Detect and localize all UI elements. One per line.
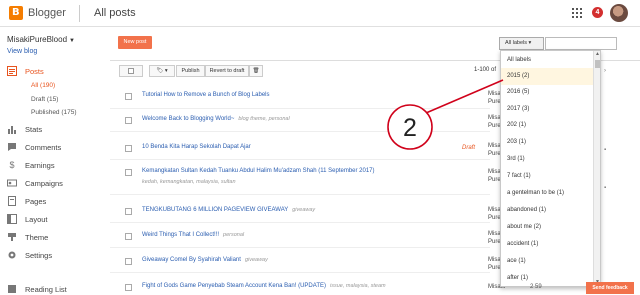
- annotation-number: 2: [403, 114, 417, 142]
- send-feedback-button[interactable]: Send feedback: [586, 282, 634, 294]
- post-stats: 2 59: [530, 284, 542, 290]
- annotation-arrow: [425, 79, 504, 114]
- annotation-overlay: 2: [387, 79, 504, 150]
